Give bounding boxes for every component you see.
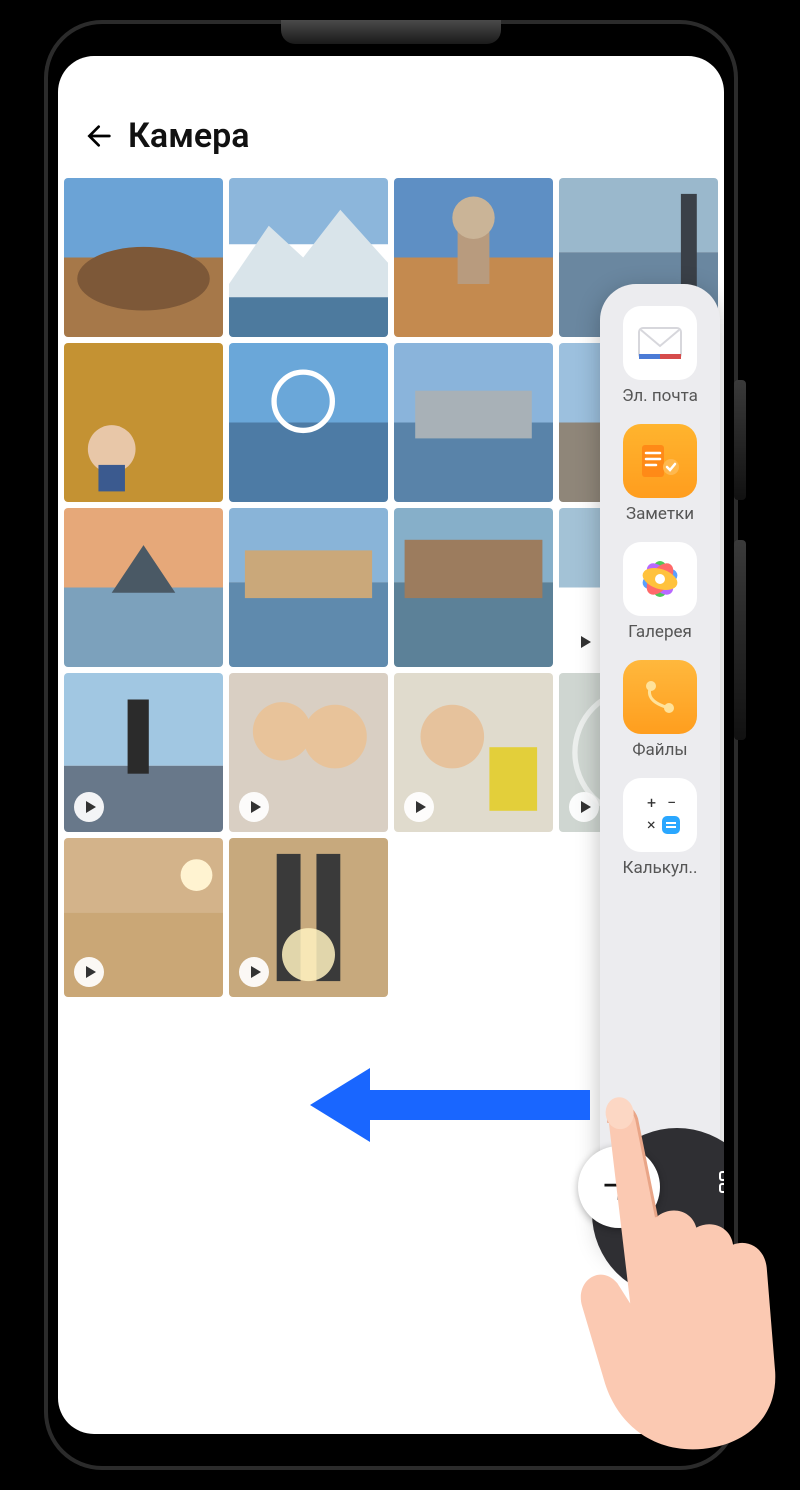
dock-item-label: Галерея [628, 622, 692, 642]
photo-thumb[interactable] [229, 343, 388, 502]
play-icon [569, 792, 599, 822]
power-button[interactable] [734, 380, 746, 500]
video-thumb[interactable] [229, 838, 388, 997]
volume-button[interactable] [734, 540, 746, 740]
photo-thumb[interactable] [394, 178, 553, 337]
files-icon [623, 660, 697, 734]
play-icon [74, 792, 104, 822]
play-icon [239, 792, 269, 822]
play-icon [74, 957, 104, 987]
gallery-icon [623, 542, 697, 616]
dock-item-label: Заметки [626, 504, 694, 524]
play-icon [404, 792, 434, 822]
photo-thumb[interactable] [394, 343, 553, 502]
dock-item-gallery[interactable]: Галерея [600, 542, 720, 642]
svg-text:×: × [647, 815, 656, 834]
dock-item-files[interactable]: Файлы [600, 660, 720, 760]
page-title: Камера [128, 116, 250, 156]
photo-thumb[interactable] [229, 508, 388, 667]
app-header: Камера [58, 56, 724, 178]
video-thumb[interactable] [64, 838, 223, 997]
video-thumb[interactable] [64, 673, 223, 832]
back-button[interactable] [80, 116, 120, 156]
photo-thumb[interactable] [394, 508, 553, 667]
svg-text:−: − [667, 793, 676, 812]
photo-thumb[interactable] [64, 508, 223, 667]
dock-item-calculator[interactable]: +−× Калькул.. [600, 778, 720, 878]
svg-text:+: + [647, 793, 656, 812]
video-thumb[interactable] [394, 673, 553, 832]
dock-item-label: Калькул.. [623, 858, 698, 878]
play-icon [239, 957, 269, 987]
photo-thumb[interactable] [64, 343, 223, 502]
calculator-icon: +−× [623, 778, 697, 852]
dock-item-email[interactable]: Эл. почта [600, 306, 720, 406]
photo-thumb[interactable] [229, 178, 388, 337]
play-icon [569, 627, 599, 657]
dock-item-label: Эл. почта [622, 386, 698, 406]
dock-item-label: Файлы [632, 740, 687, 760]
video-thumb[interactable] [229, 673, 388, 832]
dock-item-notes[interactable]: Заметки [600, 424, 720, 524]
photo-thumb[interactable] [64, 178, 223, 337]
mail-icon [623, 306, 697, 380]
notes-icon [623, 424, 697, 498]
